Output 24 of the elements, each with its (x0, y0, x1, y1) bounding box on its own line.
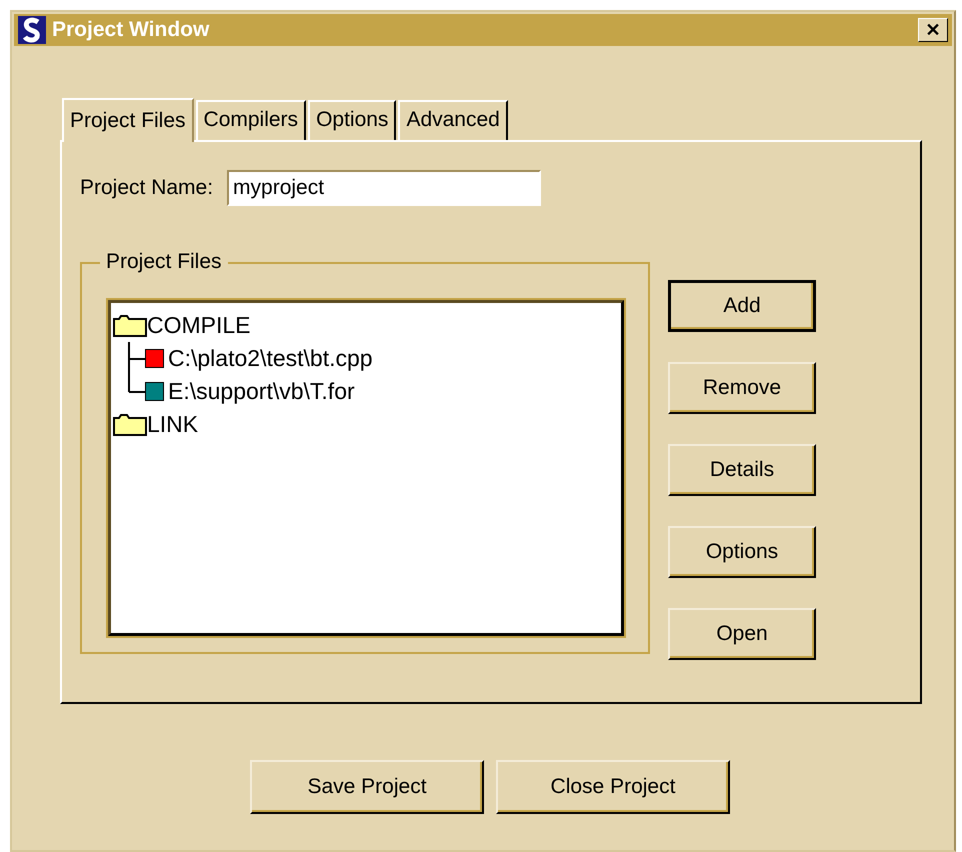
tree-item[interactable]: E:\support\vb\T.for (168, 378, 355, 405)
action-button[interactable]: Open (668, 608, 816, 660)
folder-icon (113, 414, 147, 436)
tab[interactable]: Options (308, 100, 396, 140)
tab[interactable]: Project Files (62, 98, 194, 142)
tab[interactable]: Advanced (398, 100, 508, 140)
action-button[interactable]: Options (668, 526, 816, 578)
dialog-button[interactable]: Close Project (496, 760, 730, 814)
action-button[interactable]: Add (668, 280, 816, 332)
folder-icon (113, 314, 147, 336)
close-button[interactable]: ✕ (918, 18, 948, 42)
action-button[interactable]: Remove (668, 362, 816, 414)
field-label: Project Name: (80, 176, 214, 200)
tree-item[interactable]: C:\plato2\test\bt.cpp (168, 345, 373, 372)
tab[interactable]: Compilers (196, 100, 306, 140)
group-title: Project Files (100, 250, 228, 274)
file-tree[interactable]: COMPILE C:\plato2\test\bt.cpp E:\support\vb\T.for LINK (108, 300, 624, 636)
tree-item[interactable]: COMPILE (147, 312, 251, 339)
tree-item[interactable]: LINK (147, 411, 198, 438)
project-name-field[interactable]: myproject (227, 170, 542, 206)
logo-icon (18, 16, 46, 44)
dialog-button[interactable]: Save Project (250, 760, 484, 814)
window-title: Project Window (52, 18, 210, 42)
action-button[interactable]: Details (668, 444, 816, 496)
